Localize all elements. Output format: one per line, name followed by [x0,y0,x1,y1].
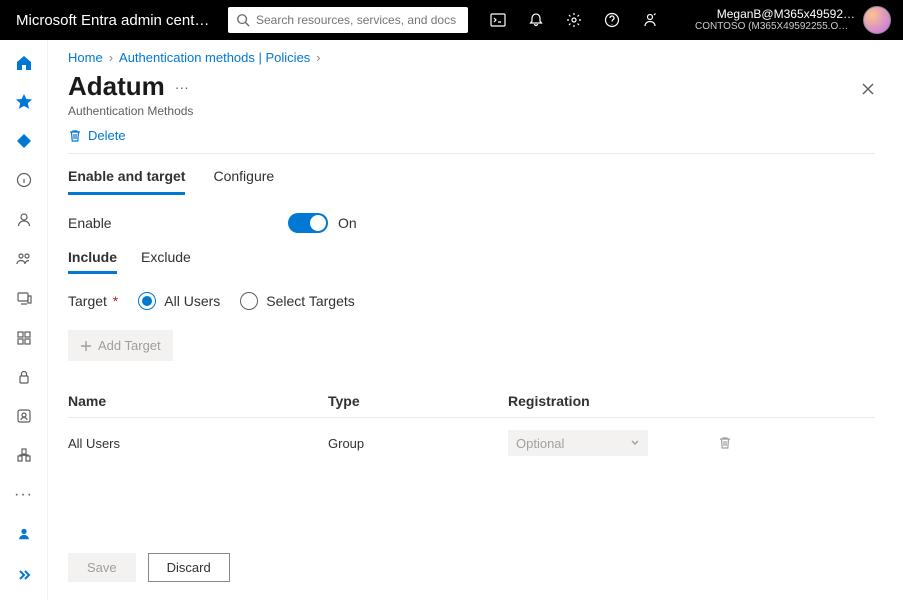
row-delete-icon[interactable] [718,436,732,450]
targets-table: Name Type Registration All Users Group O… [68,385,875,468]
breadcrumb-policies[interactable]: Authentication methods | Policies [119,50,310,65]
feedback-icon[interactable] [632,0,668,40]
radio-select-targets[interactable]: Select Targets [240,292,354,310]
tab-enable-target[interactable]: Enable and target [68,168,185,195]
avatar[interactable] [863,6,891,34]
nav-apps-icon[interactable] [0,319,48,356]
notifications-icon[interactable] [518,0,554,40]
help-icon[interactable] [594,0,630,40]
radio-all-users[interactable]: All Users [138,292,220,310]
nav-governance-icon[interactable] [0,437,48,474]
nav-groups-icon[interactable] [0,240,48,277]
search-input[interactable] [256,13,460,27]
cloud-shell-icon[interactable] [480,0,516,40]
account-tenant: CONTOSO (M365X49592255.ON… [695,21,855,32]
delete-button[interactable]: Delete [68,128,126,143]
plus-icon [80,340,92,352]
tab-include[interactable]: Include [68,249,117,274]
trash-icon [68,129,82,143]
main-tabs: Enable and target Configure [68,168,875,195]
left-nav: ··· [0,40,48,600]
chevron-down-icon [630,438,640,448]
page-subtitle: Authentication Methods [68,104,875,118]
breadcrumb: Home › Authentication methods | Policies… [68,50,875,65]
tab-configure[interactable]: Configure [213,168,274,195]
enable-toggle[interactable] [288,213,328,233]
account-email: MeganB@M365x49592… [695,8,855,21]
include-exclude-tabs: Include Exclude [68,249,875,274]
close-icon[interactable] [861,82,875,96]
enable-label: Enable [68,215,288,231]
registration-select: Optional [508,430,648,456]
nav-expand-icon[interactable] [0,557,48,594]
page-title: Adatum [68,71,165,102]
table-row: All Users Group Optional [68,417,875,468]
brand-label[interactable]: Microsoft Entra admin cent… [8,12,228,29]
nav-identity-icon[interactable] [0,398,48,435]
add-target-button: Add Target [68,330,173,361]
nav-more-icon[interactable]: ··· [0,476,48,513]
cell-name: All Users [68,436,328,451]
footer-actions: Save Discard [68,553,230,582]
chevron-right-icon: › [109,50,113,65]
discard-button[interactable]: Discard [148,553,230,582]
top-icon-group [480,0,668,40]
nav-diamond-icon[interactable] [0,123,48,160]
col-header-name: Name [68,393,328,409]
search-icon [236,13,250,27]
col-header-registration: Registration [508,393,688,409]
tab-exclude[interactable]: Exclude [141,249,191,274]
nav-info-icon[interactable] [0,162,48,199]
radio-icon [240,292,258,310]
target-label: Target * [68,293,118,309]
settings-icon[interactable] [556,0,592,40]
enable-state: On [338,215,357,231]
breadcrumb-home[interactable]: Home [68,50,103,65]
global-search[interactable] [228,7,468,33]
content-area: Home › Authentication methods | Policies… [48,40,903,600]
account-menu[interactable]: MeganB@M365x49592… CONTOSO (M365X4959225… [695,6,895,34]
nav-person-blue-icon[interactable] [0,515,48,552]
nav-user-icon[interactable] [0,201,48,238]
radio-icon [138,292,156,310]
chevron-right-icon: › [316,50,320,65]
more-menu-icon[interactable]: ··· [175,79,189,95]
nav-devices-icon[interactable] [0,280,48,317]
nav-home-icon[interactable] [0,44,48,81]
delete-label: Delete [88,128,126,143]
col-header-type: Type [328,393,508,409]
cell-type: Group [328,436,508,451]
nav-favorites-icon[interactable] [0,83,48,120]
save-button: Save [68,553,136,582]
top-bar: Microsoft Entra admin cent… MeganB@M365x… [0,0,903,40]
nav-protect-icon[interactable] [0,358,48,395]
